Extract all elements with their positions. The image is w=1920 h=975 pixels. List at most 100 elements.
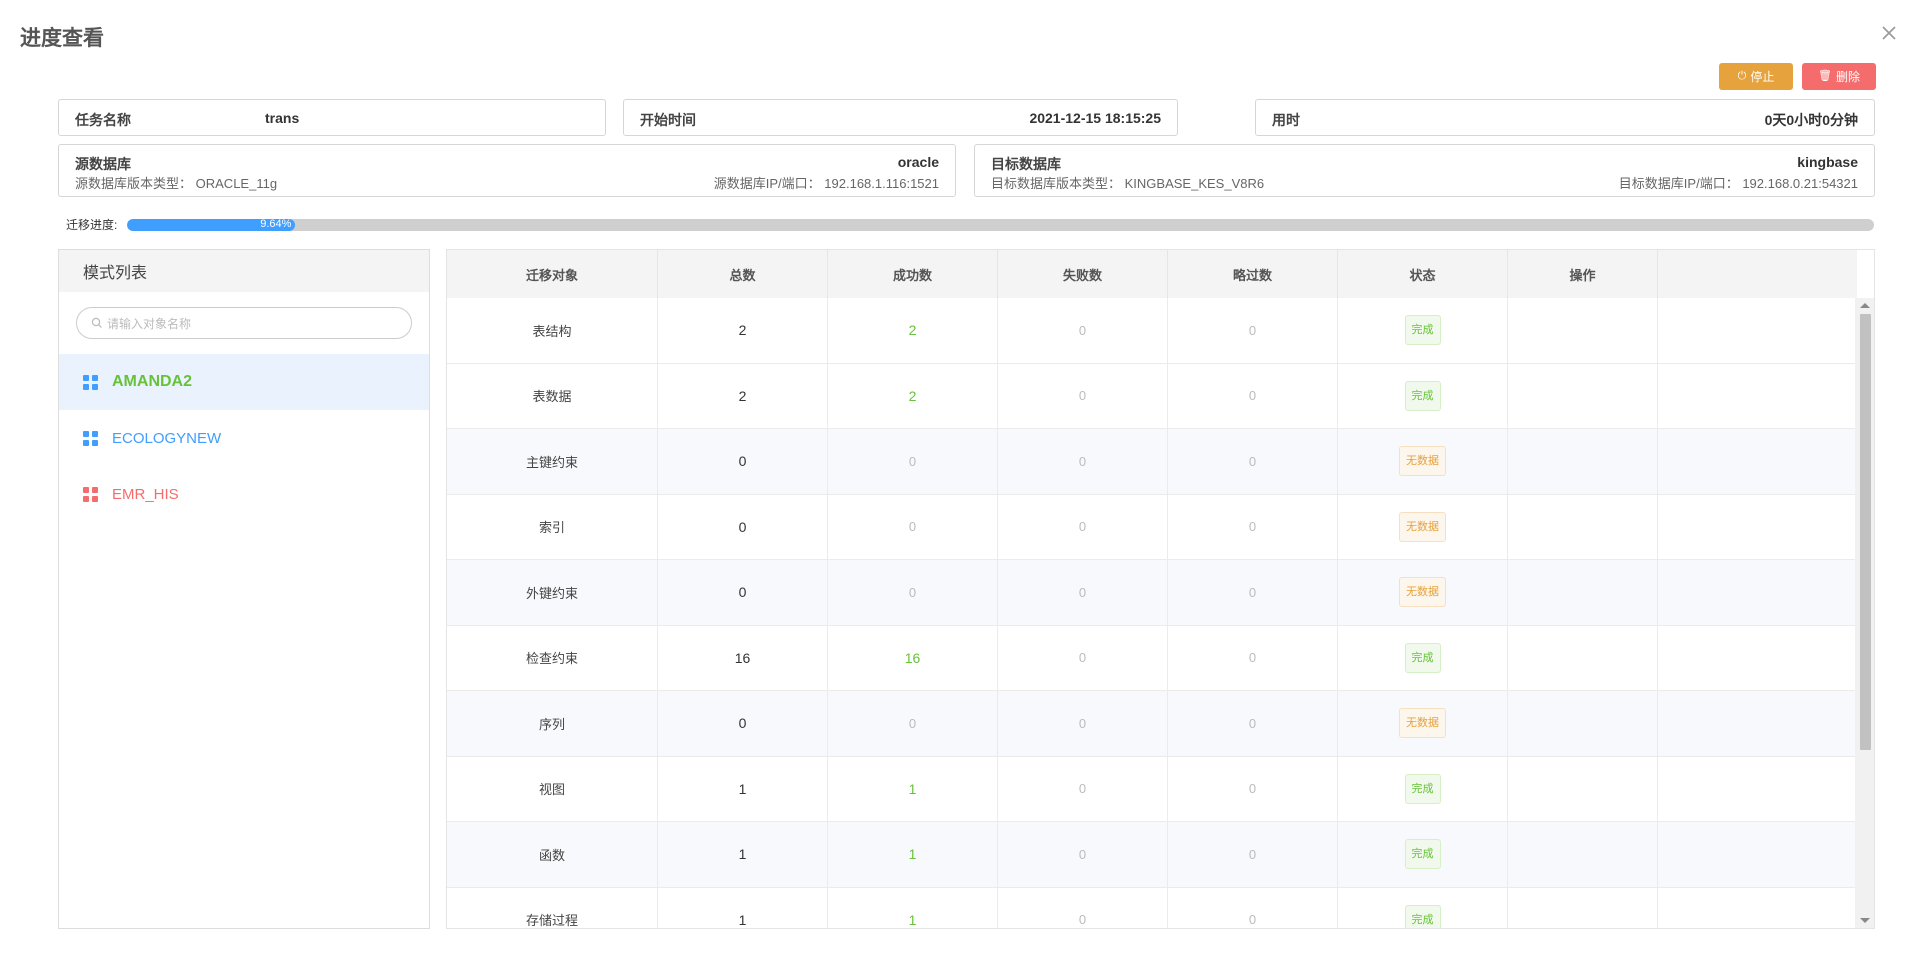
column-header: 失败数 <box>998 250 1168 298</box>
cell-success: 1 <box>828 822 998 887</box>
status-badge: 无数据 <box>1399 446 1446 477</box>
status-cell: 完成 <box>1338 298 1508 363</box>
status-badge: 完成 <box>1404 904 1441 928</box>
cell-actions <box>1508 363 1658 428</box>
scroll-down-icon[interactable] <box>1860 918 1870 923</box>
status-badge: 完成 <box>1404 642 1441 673</box>
target-db-type: kingbase <box>1797 154 1858 170</box>
status-cell: 完成 <box>1338 363 1508 428</box>
status-badge: 完成 <box>1404 839 1441 870</box>
trash-icon: 🗑 <box>1818 70 1832 82</box>
cell-object: 外键约束 <box>447 560 658 625</box>
delete-button-label: 删除 <box>1835 70 1860 84</box>
status-cell: 完成 <box>1338 887 1508 928</box>
status-cell: 完成 <box>1338 822 1508 887</box>
cell-skipped: 0 <box>1168 494 1338 559</box>
table-row: 外键约束 0 0 0 0 无数据 <box>447 560 1857 626</box>
cell-total: 0 <box>658 691 828 756</box>
scroll-up-icon[interactable] <box>1860 303 1870 308</box>
cell-total: 1 <box>658 887 828 928</box>
cell-skipped: 0 <box>1168 756 1338 821</box>
target-db-version-label: 目标数据库版本类型： <box>991 176 1122 191</box>
cell-actions <box>1508 494 1658 559</box>
stop-button[interactable]: ⏻ 停止 <box>1719 63 1793 90</box>
scroll-thumb[interactable] <box>1860 314 1871 750</box>
page-title: 进度查看 <box>20 27 104 50</box>
target-db-address: 目标数据库IP/端口： 192.168.0.21:54321 <box>1619 173 1858 192</box>
schema-item[interactable]: AMANDA2 <box>59 354 429 410</box>
cell-actions <box>1508 298 1658 363</box>
cell-actions <box>1508 756 1658 821</box>
cell-skipped: 0 <box>1168 429 1338 494</box>
delete-button[interactable]: 🗑 删除 <box>1802 63 1876 90</box>
progress-bar: 9.64% <box>127 219 1874 231</box>
migration-table: 迁移对象 总数 成功数 失败数 略过数 状态 操作 表结构 2 2 0 0 完成 表数据 2 2 0 0 完成 主键… <box>446 249 1875 929</box>
start-time-value: 2021-12-15 18:15:25 <box>1029 110 1161 126</box>
cell-failed: 0 <box>998 625 1168 690</box>
schema-panel: 模式列表 请输入对象名称 AMANDA2 ECOLOGYNEW EMR_HIS <box>58 249 430 929</box>
cell-success: 16 <box>828 625 998 690</box>
task-name-label: 任务名称 <box>75 112 131 128</box>
start-time-box: 开始时间 2021-12-15 18:15:25 <box>623 99 1178 136</box>
column-header: 总数 <box>658 250 828 298</box>
schema-list-header: 模式列表 <box>59 250 429 292</box>
cell-object: 视图 <box>447 756 658 821</box>
source-db-label: 源数据库 <box>75 156 131 172</box>
schema-item[interactable]: ECOLOGYNEW <box>59 410 429 466</box>
column-header: 迁移对象 <box>447 250 658 298</box>
target-db-version: 目标数据库版本类型： KINGBASE_KES_V8R6 <box>991 173 1264 192</box>
cell-total: 2 <box>658 298 828 363</box>
cell-failed: 0 <box>998 756 1168 821</box>
target-db-box: 目标数据库 kingbase 目标数据库版本类型： KINGBASE_KES_V… <box>974 144 1875 197</box>
cell-object: 函数 <box>447 822 658 887</box>
cell-total: 0 <box>658 560 828 625</box>
progress-fill: 9.64% <box>127 219 296 231</box>
column-header: 操作 <box>1508 250 1658 298</box>
schema-search-input[interactable]: 请输入对象名称 <box>76 307 412 339</box>
table-row: 函数 1 1 0 0 完成 <box>447 822 1857 888</box>
status-badge: 完成 <box>1404 380 1441 411</box>
table-row: 表数据 2 2 0 0 完成 <box>447 363 1857 429</box>
schema-item-label: EMR_HIS <box>112 485 179 503</box>
cell-total: 2 <box>658 363 828 428</box>
power-icon: ⏻ <box>1737 70 1747 82</box>
cell-failed: 0 <box>998 363 1168 428</box>
status-cell: 完成 <box>1338 756 1508 821</box>
cell-skipped: 0 <box>1168 887 1338 928</box>
target-db-address-label: 目标数据库IP/端口： <box>1618 176 1739 191</box>
cell-success: 0 <box>828 691 998 756</box>
cell-total: 16 <box>658 625 828 690</box>
status-badge: 完成 <box>1404 315 1441 346</box>
status-cell: 无数据 <box>1338 691 1508 756</box>
schema-item-label: ECOLOGYNEW <box>112 429 222 447</box>
search-icon <box>91 317 102 328</box>
schema-item-label: AMANDA2 <box>112 373 192 390</box>
close-icon[interactable] <box>1876 20 1902 46</box>
table-scrollbar[interactable] <box>1855 298 1874 928</box>
cell-success: 0 <box>828 429 998 494</box>
cell-object: 表结构 <box>447 298 658 363</box>
cell-skipped: 0 <box>1168 363 1338 428</box>
source-db-version: 源数据库版本类型： ORACLE_11g <box>75 173 277 192</box>
cell-object: 表数据 <box>447 363 658 428</box>
cell-object: 主键约束 <box>447 429 658 494</box>
cell-actions <box>1508 887 1658 928</box>
schema-item[interactable]: EMR_HIS <box>59 466 429 522</box>
cell-object: 序列 <box>447 691 658 756</box>
schema-list: AMANDA2 ECOLOGYNEW EMR_HIS <box>59 354 429 522</box>
duration-box: 用时 0天0小时0分钟 <box>1255 99 1875 136</box>
cell-failed: 0 <box>998 429 1168 494</box>
cell-object: 检查约束 <box>447 625 658 690</box>
cell-actions <box>1508 691 1658 756</box>
cell-actions <box>1508 625 1658 690</box>
cell-success: 1 <box>828 887 998 928</box>
column-header: 略过数 <box>1168 250 1338 298</box>
table-body: 表结构 2 2 0 0 完成 表数据 2 2 0 0 完成 主键约束 0 0 0 0 无数据 索引 0 0 0 0 无数据 外键… <box>447 298 1857 928</box>
status-cell: 无数据 <box>1338 494 1508 559</box>
table-header: 迁移对象 总数 成功数 失败数 略过数 状态 操作 <box>447 250 1857 298</box>
stop-button-label: 停止 <box>1750 70 1775 84</box>
cell-failed: 0 <box>998 494 1168 559</box>
cell-skipped: 0 <box>1168 691 1338 756</box>
status-cell: 无数据 <box>1338 429 1508 494</box>
duration-value: 0天0小时0分钟 <box>1764 112 1858 128</box>
